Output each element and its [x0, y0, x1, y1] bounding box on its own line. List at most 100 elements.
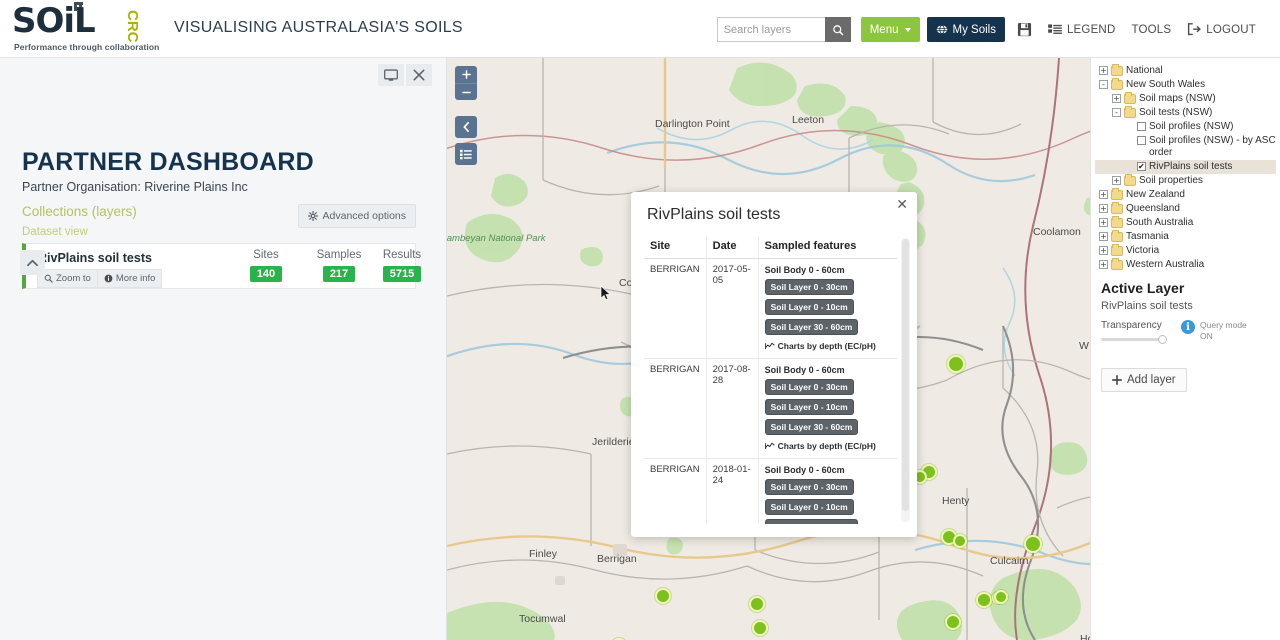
charts-by-depth-link[interactable]: Charts by depth (EC/pH) — [764, 441, 891, 451]
menu-button[interactable]: Menu — [860, 17, 920, 42]
layer-tree-item[interactable]: Soil profiles (NSW) - by ASC order — [1095, 134, 1276, 160]
layer-checkbox-checked[interactable] — [1137, 161, 1146, 173]
soil-layer-tag[interactable]: Soil Layer 30 - 60cm — [764, 319, 859, 335]
zoom-in-button[interactable] — [455, 66, 477, 83]
layer-tree-item[interactable]: + Soil maps (NSW) — [1095, 92, 1276, 106]
popup-scrollbar[interactable] — [901, 238, 910, 522]
layer-tree-item[interactable]: + Tasmania — [1095, 230, 1276, 244]
dataset-actions: Zoom to More info — [37, 269, 163, 288]
expand-icon[interactable]: + — [1099, 232, 1108, 241]
cell-date: 2018-01-24 — [706, 458, 759, 524]
layer-tree-label: Western Australia — [1126, 259, 1205, 270]
layer-tree-item[interactable]: + Queensland — [1095, 202, 1276, 216]
popup-scrollbar-thumb[interactable] — [902, 239, 909, 511]
soil-layer-tag[interactable]: Soil Layer 0 - 10cm — [764, 499, 854, 515]
expand-icon[interactable]: + — [1099, 66, 1108, 75]
zoom-to-label: Zoom to — [56, 273, 91, 284]
layer-tree-item[interactable]: + National — [1095, 64, 1276, 78]
collections-heading: Collections (layers) — [22, 204, 137, 219]
collapse-icon[interactable]: - — [1112, 108, 1121, 117]
panel-close-button[interactable] — [406, 64, 432, 86]
layer-tree-item[interactable]: + New Zealand — [1095, 188, 1276, 202]
soil-test-marker[interactable] — [953, 534, 967, 548]
layer-tree-item[interactable]: + Victoria — [1095, 244, 1276, 258]
advanced-options-button[interactable]: Advanced options — [297, 204, 416, 228]
transparency-slider[interactable] — [1101, 335, 1167, 344]
active-layer-name: RivPlains soil tests — [1101, 300, 1193, 312]
soil-test-marker[interactable] — [945, 614, 961, 630]
map-back-button[interactable] — [455, 116, 477, 138]
soil-layer-tag[interactable]: Soil Layer 0 - 30cm — [764, 479, 854, 495]
dataset-view-link[interactable]: Dataset view — [22, 226, 88, 238]
expand-icon[interactable]: + — [1099, 190, 1108, 199]
soil-layer-tag[interactable]: Soil Layer 0 - 10cm — [764, 399, 854, 415]
soil-test-marker[interactable] — [947, 355, 965, 373]
dataset-name: RivPlains soil tests — [38, 251, 152, 265]
save-button[interactable] — [1017, 22, 1032, 37]
dataset-card[interactable]: RivPlains soil tests Zoom to More info S… — [22, 243, 422, 289]
popup-close-button[interactable]: ✕ — [896, 197, 908, 211]
cell-sampled-features: Soil Body 0 - 60cm Soil Layer 0 - 30cm Soi… — [758, 258, 897, 359]
table-row[interactable]: BERRIGAN 2017-05-05 Soil Body 0 - 60cm Soil… — [644, 258, 897, 359]
query-mode-indicator[interactable]: i Query mode ON — [1181, 320, 1247, 342]
expand-icon[interactable]: + — [1099, 260, 1108, 269]
zoom-out-button[interactable] — [455, 83, 477, 100]
soil-test-marker[interactable] — [1024, 535, 1042, 553]
soil-layer-tag[interactable]: Soil Layer 30 - 60cm — [764, 519, 859, 524]
layer-checkbox[interactable] — [1137, 122, 1146, 131]
layer-tree-item[interactable]: Soil profiles (NSW) — [1095, 120, 1276, 134]
more-info-button[interactable]: More info — [97, 269, 163, 288]
soil-test-marker[interactable] — [976, 592, 992, 608]
layer-tree-item[interactable]: + South Australia — [1095, 216, 1276, 230]
active-layer-section: Active Layer RivPlains soil tests Transp… — [1091, 280, 1280, 392]
panel-collapse-button[interactable] — [20, 250, 45, 275]
my-soils-button[interactable]: My Soils — [926, 17, 1005, 42]
layer-tree-item[interactable]: - New South Wales — [1095, 78, 1276, 92]
panel-fullscreen-button[interactable] — [378, 64, 404, 86]
folder-icon — [1111, 78, 1123, 90]
layer-tree-item[interactable]: + Soil properties — [1095, 174, 1276, 188]
soil-layer-tag[interactable]: Soil Layer 0 - 30cm — [764, 279, 854, 295]
layer-tree-label: New Zealand — [1126, 189, 1185, 200]
layer-tree-item[interactable]: - Soil tests (NSW) — [1095, 106, 1276, 120]
collapse-icon[interactable]: - — [1099, 80, 1108, 89]
map-list-button[interactable] — [455, 143, 477, 165]
logout-button[interactable]: LOGOUT — [1187, 23, 1256, 36]
add-layer-button[interactable]: Add layer — [1101, 368, 1187, 392]
layer-tree-item[interactable]: + Western Australia — [1095, 258, 1276, 272]
soil-test-marker[interactable] — [749, 596, 765, 612]
search-input[interactable] — [716, 17, 825, 42]
expand-icon[interactable]: + — [1112, 176, 1121, 185]
tools-button[interactable]: TOOLS — [1131, 24, 1171, 36]
zoom-to-button[interactable]: Zoom to — [37, 269, 98, 288]
soil-layer-tag[interactable]: Soil Layer 30 - 60cm — [764, 419, 859, 435]
soil-crc-logo[interactable]: SOiL CRC Performance through collaborati… — [12, 2, 159, 54]
legend-label: LEGEND — [1066, 23, 1116, 36]
soil-layer-tag[interactable]: Soil Layer 0 - 30cm — [764, 379, 854, 395]
legend-button[interactable]: LEGEND — [1048, 24, 1116, 36]
header-toolbar: Menu My Soils — [716, 17, 1272, 42]
soil-test-marker[interactable] — [655, 588, 671, 604]
soil-test-marker[interactable] — [994, 590, 1008, 604]
expand-icon[interactable]: + — [1112, 94, 1121, 103]
transparency-slider-knob[interactable] — [1158, 335, 1167, 344]
soil-layer-tag[interactable]: Soil Layer 0 - 10cm — [764, 299, 854, 315]
layer-tree-item[interactable]: RivPlains soil tests — [1095, 160, 1276, 174]
layer-checkbox[interactable] — [1137, 136, 1146, 145]
cell-date: 2017-05-05 — [706, 258, 759, 359]
search-button[interactable] — [824, 17, 851, 42]
expand-icon[interactable]: + — [1099, 204, 1108, 213]
charts-by-depth-link[interactable]: Charts by depth (EC/pH) — [764, 341, 891, 351]
expand-icon[interactable]: + — [1099, 218, 1108, 227]
layer-tree-label: Victoria — [1126, 245, 1160, 256]
expand-icon[interactable]: + — [1099, 246, 1108, 255]
stat-value: 217 — [322, 266, 356, 282]
partner-dashboard-panel: PARTNER DASHBOARD Partner Organisation: … — [0, 58, 447, 640]
table-row[interactable]: BERRIGAN 2017-08-28 Soil Body 0 - 60cm Soil… — [644, 358, 897, 459]
soil-test-marker[interactable] — [752, 620, 768, 636]
cell-site: BERRIGAN — [644, 258, 707, 359]
table-row[interactable]: BERRIGAN 2018-01-24 Soil Body 0 - 60cm Soil… — [644, 458, 897, 524]
panel-window-controls — [378, 64, 432, 86]
app-root: SOiL CRC Performance through collaborati… — [0, 0, 1280, 640]
zoom-to-icon — [44, 274, 53, 283]
